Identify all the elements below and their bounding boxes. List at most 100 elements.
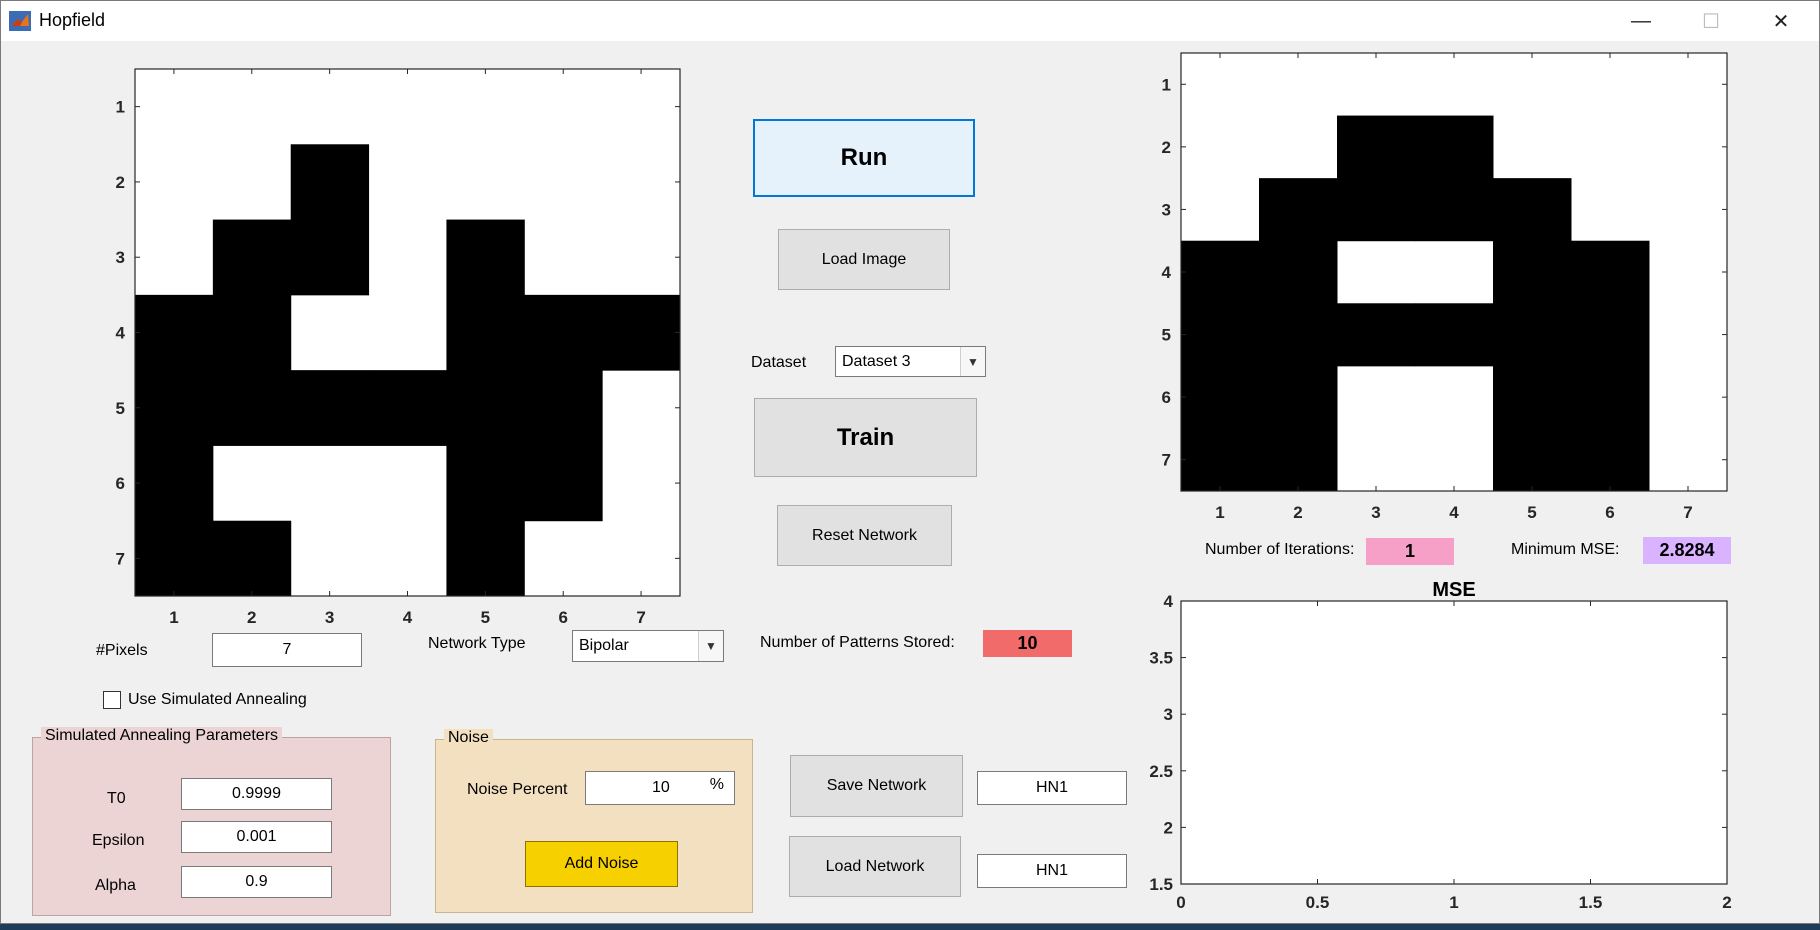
hopfield-window: Hopfield — ☐ ✕ 1 2 3 4 5 6 7 1 2 3 4 5 6 7 1 2 3 4 5 6 7 1 2 3… bbox=[0, 0, 1820, 924]
y-tick-label: 7 bbox=[1162, 451, 1171, 470]
y-tick-label: 2 bbox=[1162, 138, 1171, 157]
pixels-label: #Pixels bbox=[96, 642, 148, 659]
output-pixel bbox=[1415, 115, 1494, 179]
matlab-icon bbox=[9, 11, 31, 31]
output-pixel bbox=[1571, 240, 1650, 304]
y-tick-label: 4 bbox=[1164, 592, 1174, 611]
alpha-label: Alpha bbox=[95, 877, 136, 894]
y-tick-label: 1.5 bbox=[1149, 875, 1173, 894]
input-pixel bbox=[290, 219, 370, 296]
add-noise-button[interactable]: Add Noise bbox=[525, 841, 678, 887]
y-tick-label: 1 bbox=[116, 98, 125, 117]
epsilon-input[interactable]: 0.001 bbox=[181, 821, 332, 853]
output-pixel bbox=[1259, 365, 1338, 429]
dataset-label: Dataset bbox=[751, 354, 807, 371]
reset-network-button[interactable]: Reset Network bbox=[777, 505, 952, 566]
output-pixel bbox=[1181, 365, 1260, 429]
x-tick-label: 6 bbox=[558, 608, 567, 627]
pixels-input[interactable]: 7 bbox=[212, 633, 362, 667]
input-pixel bbox=[524, 445, 603, 522]
input-pixel bbox=[446, 219, 525, 296]
input-pixel bbox=[524, 370, 603, 446]
output-pixel bbox=[1571, 303, 1650, 367]
dataset-dropdown[interactable]: Dataset 3 ▼ bbox=[835, 346, 986, 377]
x-tick-label: 6 bbox=[1605, 503, 1614, 522]
x-tick-label: 5 bbox=[481, 608, 490, 627]
simulated-annealing-label: Use Simulated Annealing bbox=[128, 691, 307, 708]
maximize-button[interactable]: ☐ bbox=[1676, 1, 1746, 41]
alpha-input[interactable]: 0.9 bbox=[181, 866, 332, 898]
y-tick-label: 6 bbox=[1162, 388, 1171, 407]
output-pixel bbox=[1571, 428, 1650, 492]
load-network-button[interactable]: Load Network bbox=[789, 836, 961, 897]
input-pixel bbox=[290, 370, 370, 446]
output-pixel bbox=[1259, 303, 1338, 367]
y-tick-label: 2 bbox=[116, 173, 125, 192]
noise-percent-label: Noise Percent bbox=[467, 781, 568, 798]
minimum-mse-value: 2.8284 bbox=[1643, 537, 1731, 564]
patterns-stored-value: 10 bbox=[983, 630, 1072, 657]
network-type-selected: Bipolar bbox=[579, 637, 629, 654]
input-pixel bbox=[446, 370, 525, 446]
x-tick-label: 5 bbox=[1527, 503, 1536, 522]
load-image-button[interactable]: Load Image bbox=[778, 229, 950, 290]
noise-percent-unit: % bbox=[709, 776, 724, 793]
save-network-button[interactable]: Save Network bbox=[790, 755, 963, 817]
output-pixel bbox=[1571, 365, 1650, 429]
minimum-mse-label: Minimum MSE: bbox=[1511, 541, 1620, 558]
x-tick-label: 2 bbox=[1293, 503, 1302, 522]
input-pixel bbox=[524, 294, 603, 371]
x-tick-label: 1 bbox=[1215, 503, 1224, 522]
x-tick-label: 3 bbox=[325, 608, 334, 627]
t0-label: T0 bbox=[107, 790, 126, 807]
input-pixel bbox=[602, 294, 681, 371]
input-pixel bbox=[446, 445, 525, 522]
dataset-selected: Dataset 3 bbox=[842, 352, 911, 370]
train-button[interactable]: Train bbox=[754, 398, 977, 477]
chevron-down-icon: ▼ bbox=[698, 631, 723, 661]
minimize-button[interactable]: — bbox=[1606, 1, 1676, 41]
output-pixel bbox=[1337, 178, 1416, 242]
input-pixel bbox=[290, 144, 370, 221]
mse-plot-area bbox=[1180, 600, 1728, 885]
output-pixel bbox=[1337, 303, 1416, 367]
epsilon-label: Epsilon bbox=[92, 832, 145, 849]
input-pixel bbox=[135, 294, 214, 371]
y-tick-label: 3 bbox=[1162, 200, 1171, 219]
x-tick-label: 4 bbox=[403, 608, 413, 627]
x-tick-label: 2 bbox=[247, 608, 256, 627]
output-pixel bbox=[1259, 240, 1338, 304]
mse-chart-title: MSE bbox=[1432, 579, 1475, 601]
noise-percent-input[interactable]: 10 % bbox=[585, 771, 735, 805]
iterations-value: 1 bbox=[1366, 538, 1454, 565]
noise-percent-value: 10 bbox=[652, 779, 670, 796]
input-pixel bbox=[212, 520, 292, 597]
output-pixel bbox=[1181, 240, 1260, 304]
run-button[interactable]: Run bbox=[753, 119, 975, 197]
y-tick-label: 3.5 bbox=[1149, 649, 1173, 668]
output-pixel bbox=[1493, 303, 1572, 367]
y-tick-label: 4 bbox=[116, 324, 126, 343]
iterations-label: Number of Iterations: bbox=[1205, 541, 1355, 558]
output-pixel bbox=[1259, 178, 1338, 242]
output-pixel bbox=[1337, 115, 1416, 179]
x-tick-label: 7 bbox=[636, 608, 645, 627]
network-type-dropdown[interactable]: Bipolar ▼ bbox=[572, 630, 724, 662]
close-button[interactable]: ✕ bbox=[1746, 1, 1816, 41]
input-pixel bbox=[446, 520, 525, 597]
window-title: Hopfield bbox=[39, 10, 106, 30]
save-network-name-input[interactable]: HN1 bbox=[977, 771, 1127, 805]
y-tick-label: 7 bbox=[116, 549, 125, 568]
title-bar: Hopfield — ☐ ✕ bbox=[1, 1, 1819, 41]
y-tick-label: 2.5 bbox=[1149, 762, 1173, 781]
x-tick-label: 1.5 bbox=[1579, 893, 1603, 912]
x-tick-label: 7 bbox=[1683, 503, 1692, 522]
input-pixel bbox=[135, 370, 214, 446]
simulated-annealing-checkbox[interactable] bbox=[103, 691, 121, 709]
y-tick-label: 5 bbox=[116, 399, 125, 418]
input-image-axes: 1 2 3 4 5 6 7 1 2 3 4 5 6 7 bbox=[116, 68, 681, 627]
y-tick-label: 1 bbox=[1162, 75, 1171, 94]
x-tick-label: 2 bbox=[1722, 893, 1731, 912]
t0-input[interactable]: 0.9999 bbox=[181, 778, 332, 810]
load-network-name-input[interactable]: HN1 bbox=[977, 854, 1127, 888]
